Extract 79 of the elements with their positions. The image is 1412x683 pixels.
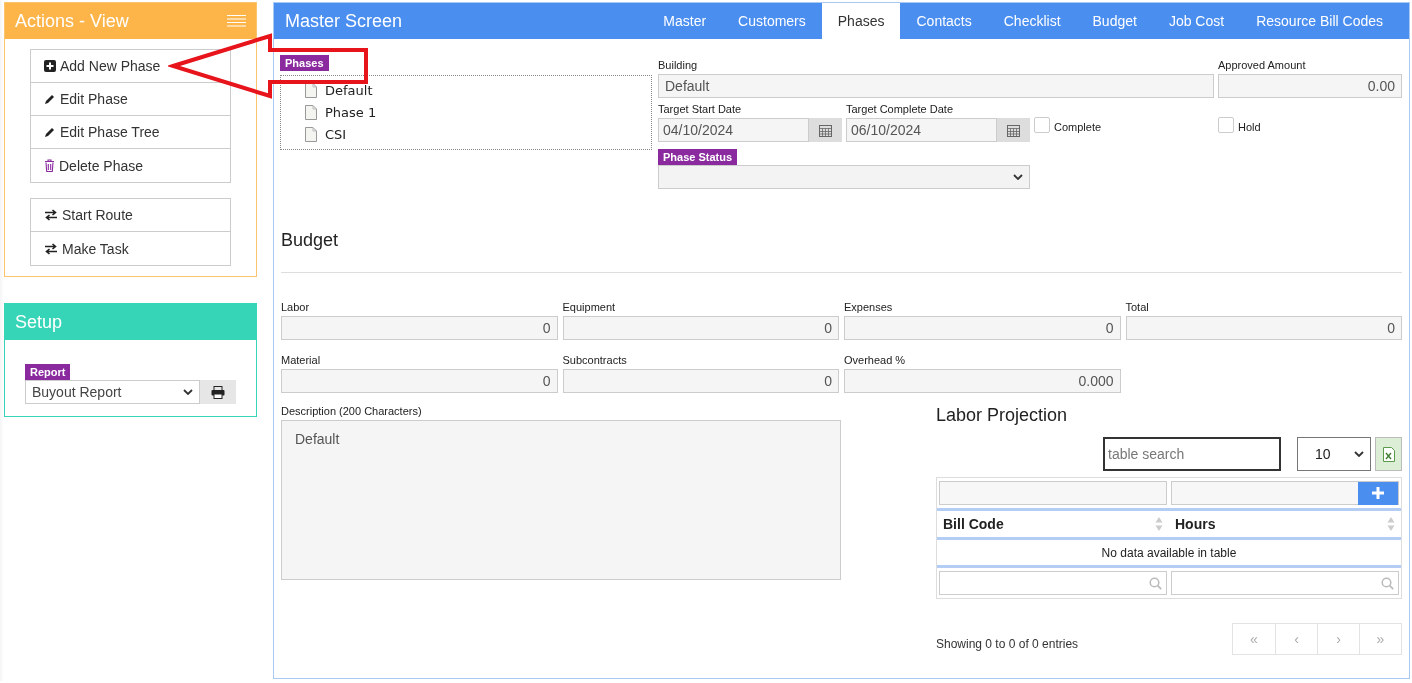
calendar-button[interactable] [997,118,1030,142]
caret-down-icon [183,389,193,395]
page-size-select[interactable]: 10 [1297,437,1371,471]
spreadsheet-icon [1382,446,1395,462]
checkbox[interactable] [1218,117,1234,133]
calendar-icon [819,123,832,137]
calendar-icon [1007,123,1020,137]
column-search-field[interactable] [939,571,1167,595]
document-icon [305,83,317,98]
checkbox[interactable] [1034,117,1050,133]
pencil-icon [44,126,56,138]
field-label: Labor [281,301,311,313]
field-label: Target Complete Date [846,103,954,115]
sort-icon [1387,516,1395,532]
amount-field[interactable]: 0.000 [844,369,1121,393]
report-select[interactable]: Buyout Report [25,380,200,404]
filter-field[interactable] [1171,481,1399,505]
empty-message: No data available in table [937,540,1401,568]
date-field[interactable]: 06/10/2024 [846,118,997,142]
print-button[interactable] [200,380,236,404]
section-heading: Labor Projection [936,405,1069,426]
field-label: Description (200 Characters) [281,405,423,417]
amount-field[interactable]: 0 [562,316,839,340]
field-label: Material [281,354,322,366]
panel-title: Setup [15,311,63,333]
amount-field[interactable]: 0 [1125,316,1402,340]
search-icon [1381,576,1394,590]
field-label: Phase Status [658,149,738,165]
field-label: Phases [280,55,329,71]
filter-field[interactable] [939,481,1167,505]
pencil-icon [44,93,56,105]
panel-title: Actions - View [15,10,129,32]
amount-field[interactable]: 0 [844,316,1121,340]
section-heading: Budget [281,230,340,251]
field-label: Target Start Date [658,103,743,115]
screen-title: Master Screen [285,10,403,32]
field-label: Approved Amount [1218,59,1307,71]
tree-item[interactable]: Default [325,83,373,98]
document-icon [305,105,317,120]
trash-icon [44,159,55,172]
caret-down-icon [1013,174,1023,180]
amount-field[interactable]: 0 [281,316,558,340]
building-field[interactable]: Default [658,74,1214,98]
tab[interactable]: Phases [821,3,901,39]
calendar-button[interactable] [809,118,842,142]
field-label: Overhead % [844,354,907,366]
table-search-field[interactable]: table search [1103,437,1281,471]
sort-icon [1155,516,1163,532]
field-label: Expenses [844,301,894,313]
table-info: Showing 0 to 0 of 0 entries [936,637,1079,653]
checkbox-label: Complete [1054,121,1102,133]
printer-icon [211,385,225,399]
field-label: Building [658,59,699,71]
checkbox-label: Hold [1238,121,1261,133]
swap-arrows-icon [44,209,58,221]
field-label: Report [25,364,71,380]
caret-down-icon [1354,451,1364,457]
column-header[interactable]: Hours [1171,511,1399,537]
date-field[interactable]: 04/10/2024 [658,118,809,142]
amount-field[interactable]: 0.00 [1218,74,1402,98]
field-label: Subcontracts [562,354,628,366]
column-header[interactable]: Bill Code [939,511,1167,537]
tree-item[interactable]: CSI [325,127,347,142]
excel-button[interactable] [1375,437,1402,471]
field-label: Total [1125,301,1150,313]
amount-field[interactable]: 0 [562,369,839,393]
plus-square-icon [44,60,56,72]
document-icon [305,127,317,142]
plus-icon [1372,487,1384,499]
status-select[interactable] [658,165,1030,189]
menu-icon[interactable] [227,15,246,27]
search-icon [1149,576,1162,590]
tree-item[interactable]: Phase 1 [325,105,377,120]
swap-arrows-icon [44,242,58,255]
field-label: Equipment [562,301,617,313]
column-search-field[interactable] [1171,571,1399,595]
amount-field[interactable]: 0 [281,369,558,393]
description-field[interactable]: Default [281,420,841,580]
add-button[interactable] [1358,481,1398,505]
